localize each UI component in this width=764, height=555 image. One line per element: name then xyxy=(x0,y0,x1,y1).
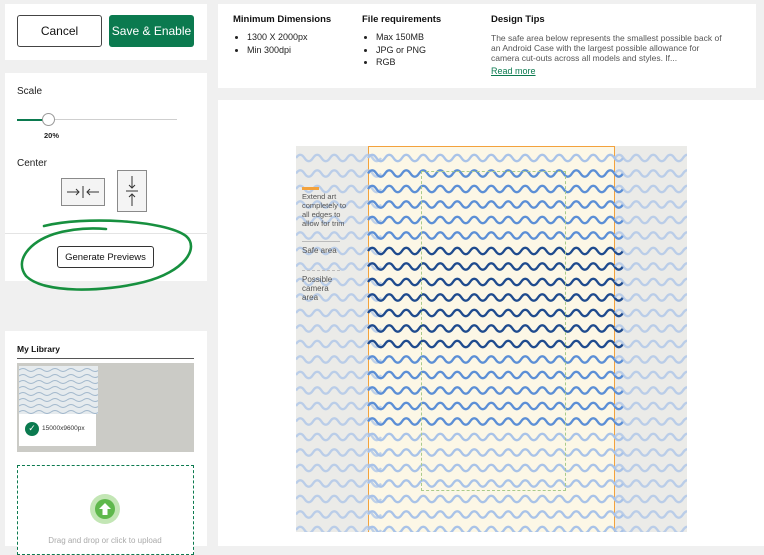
wave-row xyxy=(614,432,687,442)
safe-legend-swatch xyxy=(302,241,340,242)
min-dimensions-title: Minimum Dimensions xyxy=(233,14,332,25)
wave-row xyxy=(614,479,687,488)
wave-row xyxy=(614,494,687,504)
camera-legend-swatch xyxy=(302,270,340,271)
wave-row xyxy=(614,339,687,349)
design-tips-line-3: camera cut-outs across all models and st… xyxy=(491,53,678,63)
center-horizontal-icon xyxy=(67,186,99,198)
center-vertical-button[interactable] xyxy=(117,170,147,212)
save-enable-button[interactable]: Save & Enable xyxy=(109,15,194,47)
wave-row xyxy=(614,169,687,178)
file-requirements-list: Max 150MB JPG or PNG RGB xyxy=(362,31,426,69)
scale-slider-handle[interactable] xyxy=(42,113,55,126)
scale-value: 20% xyxy=(44,131,60,140)
wave-row xyxy=(614,231,687,240)
wave-row xyxy=(614,246,687,256)
wave-row xyxy=(614,463,687,473)
wave-row xyxy=(614,293,687,302)
wave-row xyxy=(614,262,687,271)
requirement-item: RGB xyxy=(376,56,426,69)
center-horizontal-button[interactable] xyxy=(61,178,105,206)
min-dimensions-list: 1300 X 2000px Min 300dpi xyxy=(233,31,308,56)
wave-row xyxy=(614,184,687,194)
trim-legend-swatch xyxy=(302,187,319,190)
wave-row xyxy=(614,324,687,333)
wave-row xyxy=(614,417,687,426)
requirement-item: Min 300dpi xyxy=(247,44,308,57)
wave-row xyxy=(614,525,687,532)
cancel-button[interactable]: Cancel xyxy=(17,15,102,47)
library-item[interactable]: ✓ 15000x9600px xyxy=(17,363,194,452)
wave-row xyxy=(614,370,687,380)
requirement-item: JPG or PNG xyxy=(376,44,426,57)
scale-label: Scale xyxy=(17,86,43,97)
wave-row xyxy=(614,355,687,364)
file-requirements-title: File requirements xyxy=(362,14,442,25)
wave-row xyxy=(614,510,687,519)
wave-row xyxy=(614,277,687,287)
camera-area-outline xyxy=(421,171,566,491)
library-item-thumbnail xyxy=(19,366,98,414)
upload-icon xyxy=(90,494,120,524)
wave-row xyxy=(614,308,687,318)
wave-row xyxy=(614,153,687,163)
wave-row xyxy=(614,401,687,411)
upload-text: Drag and drop or click to upload xyxy=(48,536,162,545)
center-label: Center xyxy=(17,158,48,169)
annotation-circle xyxy=(20,219,193,291)
wave-row xyxy=(614,386,687,395)
wave-row xyxy=(614,448,687,457)
wave-row xyxy=(614,215,687,225)
requirement-item: Max 150MB xyxy=(376,31,426,44)
design-tips-line-2: an Android Case with the largest possibl… xyxy=(491,43,700,53)
requirement-item: 1300 X 2000px xyxy=(247,31,308,44)
wave-row xyxy=(614,200,687,209)
camera-legend-line-3: area xyxy=(302,293,319,302)
upload-dropzone[interactable]: Drag and drop or click to upload xyxy=(17,465,194,555)
check-icon: ✓ xyxy=(25,422,39,436)
design-tips-line-1: The safe area below represents the small… xyxy=(491,33,722,43)
design-canvas[interactable]: Extend art completely to all edges to al… xyxy=(296,146,687,532)
library-item-dimensions: 15000x9600px xyxy=(42,425,85,432)
design-tips-title: Design Tips xyxy=(491,14,545,25)
library-divider xyxy=(17,358,194,359)
center-vertical-icon xyxy=(126,176,138,206)
read-more-link[interactable]: Read more xyxy=(491,66,536,76)
trim-legend-line-4: allow for trim xyxy=(302,219,345,228)
safe-legend-label: Safe area xyxy=(302,246,337,255)
library-title: My Library xyxy=(17,344,60,354)
